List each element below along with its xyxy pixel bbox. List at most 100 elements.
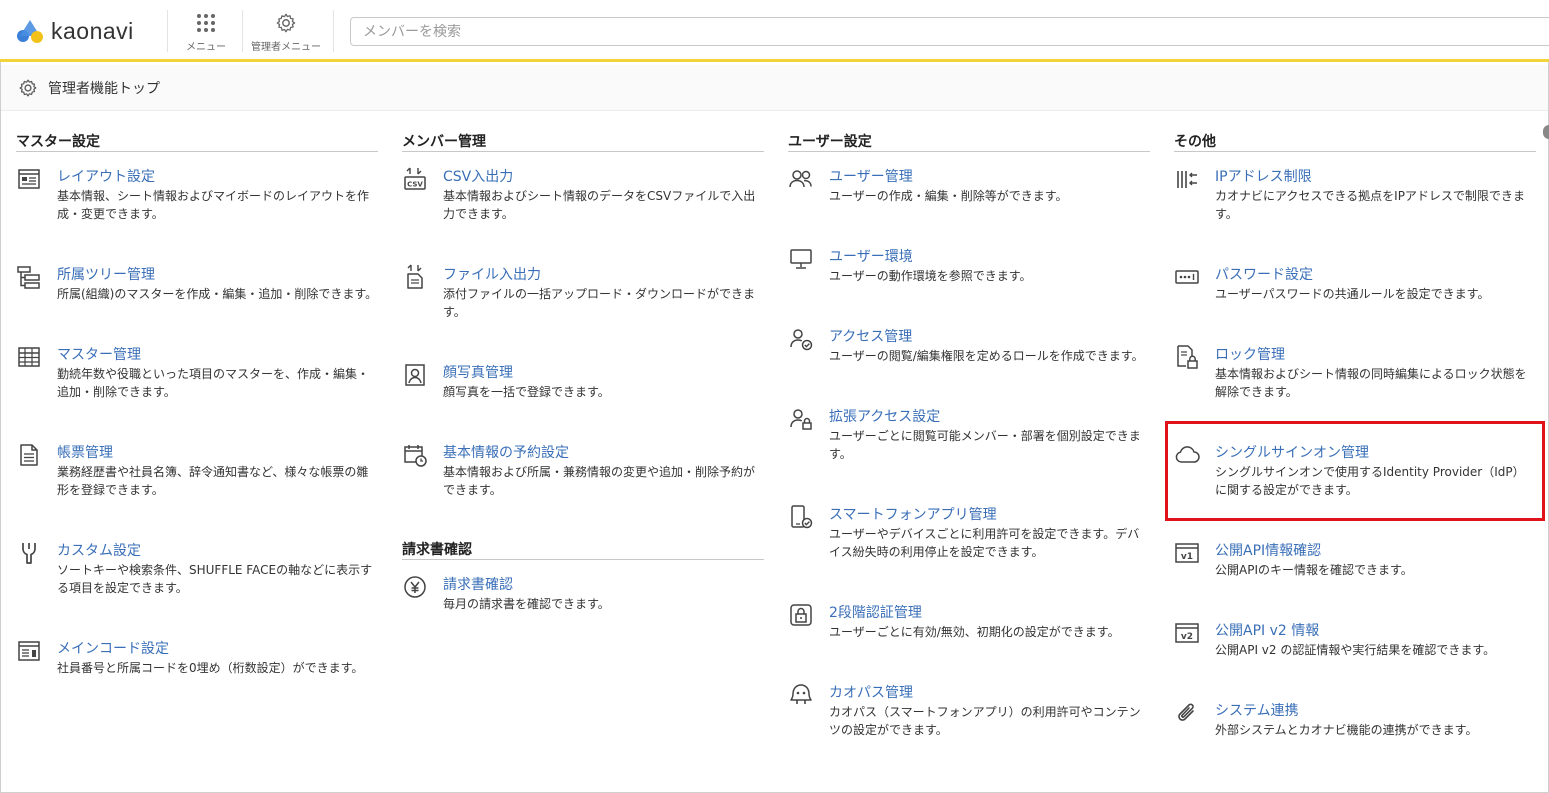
column-master-settings: マスター設定 レイアウト設定 基本情報、シート情報およびマイボードのレイアウトを… xyxy=(16,132,378,675)
menu-item-custom[interactable]: カスタム設定 ソートキーや検索条件、SHUFFLE FACEの軸などに表示する項… xyxy=(16,540,378,597)
menu-item-forms[interactable]: 帳票管理 業務経歴書や社員名簿、辞令通知書など、様々な帳票の雛形を登録できます。 xyxy=(16,442,378,499)
api-v2-icon: v2 xyxy=(1174,620,1200,646)
menu-item-invoice[interactable]: 請求書確認 毎月の請求書を確認できます。 xyxy=(402,574,764,613)
section-heading: その他 xyxy=(1174,132,1536,152)
menu-button-label: メニュー xyxy=(186,42,226,53)
yen-icon xyxy=(402,574,428,600)
menu-item-link[interactable]: CSV入出力 xyxy=(443,168,513,186)
menu-item-link[interactable]: ユーザー環境 xyxy=(829,248,913,266)
menu-item-link[interactable]: IPアドレス制限 xyxy=(1215,168,1312,186)
menu-item-access[interactable]: アクセス管理 ユーザーの閲覧/編集権限を定めるロールを作成できます。 xyxy=(788,326,1150,365)
page-title-bar: 管理者機能トップ xyxy=(1,65,1548,111)
monitor-icon xyxy=(788,246,814,272)
header-divider xyxy=(242,10,243,52)
grid-icon xyxy=(197,14,215,32)
menu-item-link[interactable]: カオパス管理 xyxy=(829,684,913,702)
menu-item-desc: カオパス（スマートフォンアプリ）の利用許可やコンテンツの設定ができます。 xyxy=(829,705,1141,737)
wrench-icon xyxy=(16,540,42,566)
column-member-management: メンバー管理 CSV CSV入出力 基本情報およびシート情報のデータをCSVファ… xyxy=(402,132,764,611)
menu-item-public-api-v2[interactable]: v2 公開API v2 情報 公開API v2 の認証情報や実行結果を確認できま… xyxy=(1174,620,1536,659)
admin-menu-button[interactable]: 管理者メニュー xyxy=(250,10,322,54)
kaonavi-logo[interactable]: kaonavi xyxy=(15,14,134,48)
menu-item-link[interactable]: スマートフォンアプリ管理 xyxy=(829,506,997,524)
menu-item-link[interactable]: マスター管理 xyxy=(57,346,141,364)
menu-item-master[interactable]: マスター管理 勤続年数や役職といった項目のマスターを、作成・編集・追加・削除でき… xyxy=(16,344,378,401)
menu-item-system-integration[interactable]: システム連携 外部システムとカオナビ機能の連携ができます。 xyxy=(1174,700,1536,739)
menu-item-link[interactable]: ロック管理 xyxy=(1215,346,1285,364)
menu-item-kaopass[interactable]: カオパス管理 カオパス（スマートフォンアプリ）の利用許可やコンテンツの設定ができ… xyxy=(788,682,1150,739)
menu-item-smartphone-app[interactable]: スマートフォンアプリ管理 ユーザーやデバイスごとに利用許可を設定できます。デバイ… xyxy=(788,504,1150,561)
menu-item-desc: 勤続年数や役職といった項目のマスターを、作成・編集・追加・削除できます。 xyxy=(57,367,370,399)
menu-item-org-tree[interactable]: 所属ツリー管理 所属(組織)のマスターを作成・編集・追加・削除できます。 xyxy=(16,264,378,303)
menu-item-link[interactable]: 所属ツリー管理 xyxy=(57,266,155,284)
menu-item-desc: 顔写真を一括で登録できます。 xyxy=(443,385,610,399)
menu-item-link[interactable]: 公開API v2 情報 xyxy=(1215,622,1319,640)
svg-text:v1: v1 xyxy=(1181,552,1193,562)
menu-item-reservation[interactable]: 基本情報の予約設定 基本情報および所属・兼務情報の変更や追加・削除予約ができます… xyxy=(402,442,764,499)
menu-item-desc: ソートキーや検索条件、SHUFFLE FACEの軸などに表示する項目を設定できま… xyxy=(57,563,373,595)
menu-item-password[interactable]: パスワード設定 ユーザーパスワードの共通ルールを設定できます。 xyxy=(1174,264,1536,303)
top-bar: kaonavi メニュー 管理者メニュー xyxy=(0,0,1549,62)
menu-item-public-api[interactable]: v1 公開API情報確認 公開APIのキー情報を確認できます。 xyxy=(1174,540,1536,579)
section-heading: メンバー管理 xyxy=(402,132,764,152)
menu-item-user-management[interactable]: ユーザー管理 ユーザーの作成・編集・削除等ができます。 xyxy=(788,166,1150,205)
api-v1-icon: v1 xyxy=(1174,540,1200,566)
users-icon xyxy=(788,166,814,192)
menu-item-link[interactable]: 請求書確認 xyxy=(443,576,513,594)
gear-icon xyxy=(276,13,296,33)
menu-item-link[interactable]: 帳票管理 xyxy=(57,444,113,462)
file-lock-icon xyxy=(1174,344,1200,370)
menu-item-desc: ユーザーパスワードの共通ルールを設定できます。 xyxy=(1215,287,1490,301)
svg-text:CSV: CSV xyxy=(407,181,423,189)
member-search-input[interactable] xyxy=(350,17,1549,46)
menu-item-two-factor[interactable]: 2段階認証管理 ユーザーごとに有効/無効、初期化の設定ができます。 xyxy=(788,602,1150,641)
menu-item-link[interactable]: カスタム設定 xyxy=(57,542,141,560)
menu-item-file-io[interactable]: ファイル入出力 添付ファイルの一括アップロード・ダウンロードができます。 xyxy=(402,264,764,321)
header-divider xyxy=(333,10,334,52)
section-heading: 請求書確認 xyxy=(402,540,764,560)
menu-item-link[interactable]: ファイル入出力 xyxy=(443,266,541,284)
logo-text: kaonavi xyxy=(51,17,134,44)
menu-item-link[interactable]: パスワード設定 xyxy=(1215,266,1313,284)
menu-item-link[interactable]: システム連携 xyxy=(1215,702,1299,720)
menu-item-desc: ユーザーの閲覧/編集権限を定めるロールを作成できます。 xyxy=(829,349,1144,363)
menu-item-layout[interactable]: レイアウト設定 基本情報、シート情報およびマイボードのレイアウトを作成・変更でき… xyxy=(16,166,378,223)
menu-item-user-environment[interactable]: ユーザー環境 ユーザーの動作環境を参照できます。 xyxy=(788,246,1150,285)
menu-item-link[interactable]: ユーザー管理 xyxy=(829,168,913,186)
calendar-clock-icon xyxy=(402,442,428,468)
menu-item-link[interactable]: メインコード設定 xyxy=(57,640,169,658)
menu-item-extended-access[interactable]: 拡張アクセス設定 ユーザーごとに閲覧可能メンバー・部署を個別設定できます。 xyxy=(788,406,1150,463)
user-check-icon xyxy=(788,326,814,352)
menu-item-desc: ユーザーごとに閲覧可能メンバー・部署を個別設定できます。 xyxy=(829,429,1141,461)
tree-icon xyxy=(16,264,42,290)
menu-item-link[interactable]: アクセス管理 xyxy=(829,328,912,346)
page-title: 管理者機能トップ xyxy=(48,80,160,97)
menu-item-lock[interactable]: ロック管理 基本情報およびシート情報の同時編集によるロック状態を解除できます。 xyxy=(1174,344,1536,401)
menu-item-link[interactable]: 2段階認証管理 xyxy=(829,604,922,622)
code-window-icon xyxy=(16,638,42,664)
menu-item-link[interactable]: 公開API情報確認 xyxy=(1215,542,1321,560)
kaopass-icon xyxy=(788,682,814,708)
menu-item-ip-restriction[interactable]: IPアドレス制限 カオナビにアクセスできる拠点をIPアドレスで制限できます。 xyxy=(1174,166,1536,223)
menu-item-desc: 基本情報およびシート情報の同時編集によるロック状態を解除できます。 xyxy=(1215,367,1527,399)
menu-item-link[interactable]: 基本情報の予約設定 xyxy=(443,444,569,462)
menu-item-link[interactable]: 顔写真管理 xyxy=(443,364,513,382)
menu-item-csv[interactable]: CSV CSV入出力 基本情報およびシート情報のデータをCSVファイルで入出力で… xyxy=(402,166,764,223)
file-transfer-icon xyxy=(402,264,428,290)
menu-item-desc: 公開API v2 の認証情報や実行結果を確認できます。 xyxy=(1215,643,1496,657)
menu-item-main-code[interactable]: メインコード設定 社員番号と所属コードを0埋め（桁数設定）ができます。 xyxy=(16,638,378,677)
menu-item-desc: 基本情報、シート情報およびマイボードのレイアウトを作成・変更できます。 xyxy=(57,189,370,221)
smartphone-check-icon xyxy=(788,504,814,530)
menu-item-photo[interactable]: 顔写真管理 顔写真を一括で登録できます。 xyxy=(402,362,764,401)
menu-button[interactable]: メニュー xyxy=(184,10,228,54)
menu-item-link[interactable]: 拡張アクセス設定 xyxy=(829,408,940,426)
menu-item-link[interactable]: レイアウト設定 xyxy=(57,168,155,186)
menu-item-desc: 公開APIのキー情報を確認できます。 xyxy=(1215,563,1413,577)
menu-item-desc: カオナビにアクセスできる拠点をIPアドレスで制限できます。 xyxy=(1215,189,1525,221)
admin-menu-button-label: 管理者メニュー xyxy=(251,42,321,53)
column-user-settings: ユーザー設定 ユーザー管理 ユーザーの作成・編集・削除等ができます。 ユーザー環… xyxy=(788,132,1150,737)
menu-item-desc: 添付ファイルの一括アップロード・ダウンロードができます。 xyxy=(443,287,756,319)
scroll-indicator[interactable] xyxy=(1543,125,1549,139)
column-other: その他 IPアドレス制限 カオナビにアクセスできる拠点をIPアドレスで制限できま… xyxy=(1174,132,1536,737)
menu-item-desc: ユーザーごとに有効/無効、初期化の設定ができます。 xyxy=(829,625,1120,639)
